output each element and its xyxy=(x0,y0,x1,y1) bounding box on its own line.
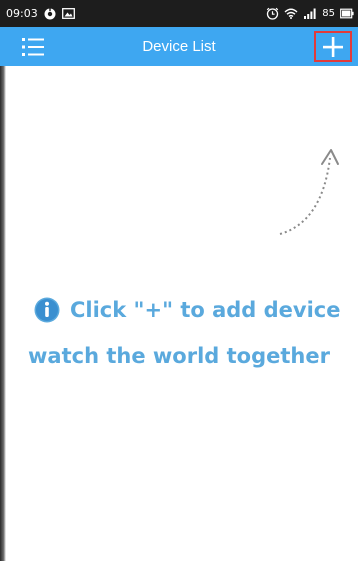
empty-state-hint: Click "+" to add device xyxy=(34,297,341,323)
image-icon xyxy=(61,8,75,19)
page-title: Device List xyxy=(142,38,216,55)
status-right: 85 xyxy=(266,7,354,20)
status-bar: 09:03 85 xyxy=(0,0,358,27)
status-time: 09:03 xyxy=(6,7,38,20)
status-left: 09:03 xyxy=(6,7,75,20)
alarm-icon xyxy=(266,7,279,20)
app-header: Device List xyxy=(0,27,358,66)
info-icon xyxy=(34,297,60,323)
location-icon xyxy=(44,7,56,20)
left-edge-shadow xyxy=(0,66,6,561)
empty-state-line2: watch the world together xyxy=(28,344,330,368)
curved-arrow-icon xyxy=(279,149,339,235)
plus-icon xyxy=(323,36,343,57)
wifi-icon xyxy=(284,8,298,19)
signal-icon xyxy=(303,8,317,19)
battery-level: 85 xyxy=(322,8,335,19)
add-device-button[interactable] xyxy=(314,31,352,62)
empty-state-line1: Click "+" to add device xyxy=(70,298,341,322)
empty-state-line2-wrap: watch the world together xyxy=(0,344,358,368)
battery-icon xyxy=(340,8,354,19)
device-list-screen: 09:03 85 Device List Click "+" to add de… xyxy=(0,0,358,561)
